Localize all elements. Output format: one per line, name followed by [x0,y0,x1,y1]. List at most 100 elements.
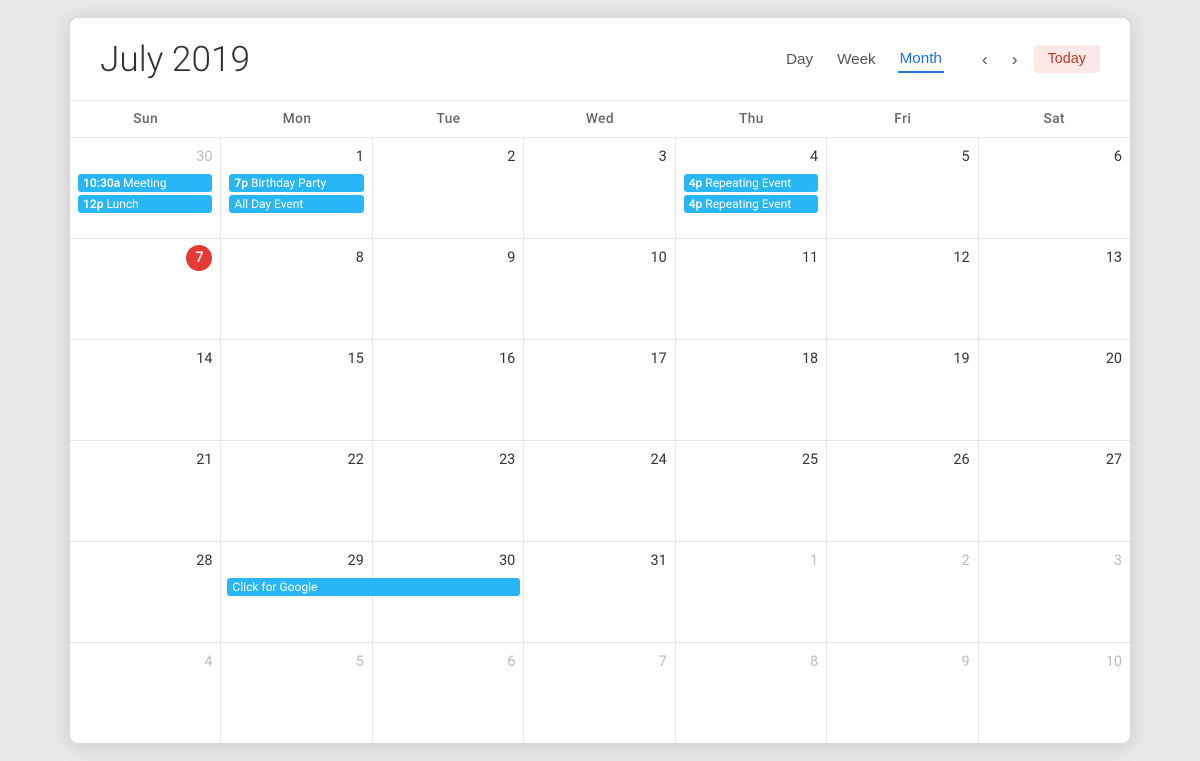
day-headers: SunMonTueWedThuFriSat [70,101,1130,138]
day-number: 5 [835,144,969,170]
day-header-mon: Mon [221,101,372,137]
day-cell[interactable]: 1 [676,542,827,642]
day-cell[interactable]: 25 [676,441,827,541]
day-cell[interactable]: 19 [827,340,978,440]
calendar-container: July 2019 Day Week Month ‹ › Today SunMo… [70,18,1130,743]
calendar-event[interactable]: 7p Birthday Party [229,174,363,192]
day-number: 27 [987,447,1122,473]
day-cell[interactable]: 7 [70,239,221,339]
day-cell[interactable]: 24 [524,441,675,541]
day-cell[interactable]: 13 [979,239,1130,339]
day-header-tue: Tue [373,101,524,137]
day-number: 22 [229,447,363,473]
view-controls: Day Week Month [784,46,944,73]
calendar-event[interactable]: 4p Repeating Event [684,174,818,192]
day-number: 5 [229,649,363,675]
day-number: 4 [78,649,212,675]
calendar-event[interactable]: 12p Lunch [78,195,212,213]
day-cell[interactable]: 28 [70,542,221,642]
day-cell[interactable]: 3 [979,542,1130,642]
day-number: 17 [532,346,666,372]
day-cell[interactable]: 26 [827,441,978,541]
day-cell[interactable]: 2 [373,138,524,238]
day-cell[interactable]: 30 10:30a Meeting 12p Lunch [70,138,221,238]
day-cell[interactable]: 20 [979,340,1130,440]
day-number: 30 [381,548,515,574]
weeks: 30 10:30a Meeting 12p Lunch 1 7p Birthday Pa… [70,138,1130,743]
day-number: 8 [229,245,363,271]
week-row: 28 29Click for Google 30 31 123 [70,542,1130,643]
calendar-event[interactable]: 10:30a Meeting [78,174,212,192]
view-month-button[interactable]: Month [898,46,944,73]
day-number: 31 [532,548,666,574]
day-cell[interactable]: 17 [524,340,675,440]
day-number: 21 [78,447,212,473]
day-number: 6 [381,649,515,675]
day-cell[interactable]: 10 [979,643,1130,743]
day-header-wed: Wed [524,101,675,137]
day-cell[interactable]: 14 [70,340,221,440]
day-cell[interactable]: 5 [827,138,978,238]
day-cell[interactable]: 29Click for Google [221,542,372,642]
day-cell[interactable]: 3 [524,138,675,238]
day-cell[interactable]: 17p Birthday PartyAll Day Event [221,138,372,238]
day-cell[interactable]: 22 [221,441,372,541]
day-number: 10 [532,245,666,271]
day-cell[interactable]: 8 [676,643,827,743]
day-number: 24 [532,447,666,473]
day-cell[interactable]: 2 [827,542,978,642]
view-week-button[interactable]: Week [835,47,878,72]
prev-button[interactable]: ‹ [974,45,996,74]
day-cell[interactable]: 5 [221,643,372,743]
day-number: 23 [381,447,515,473]
day-cell[interactable]: 44p Repeating Event4p Repeating Event [676,138,827,238]
day-cell[interactable]: 21 [70,441,221,541]
day-cell[interactable]: 6 [373,643,524,743]
day-number: 30 [78,144,212,170]
day-number: 13 [987,245,1122,271]
day-number: 12 [835,245,969,271]
day-number: 3 [987,548,1122,574]
day-number: 15 [229,346,363,372]
day-number: 9 [381,245,515,271]
day-header-fri: Fri [827,101,978,137]
day-number: 1 [684,548,818,574]
day-cell[interactable]: 12 [827,239,978,339]
day-number: 16 [381,346,515,372]
day-cell[interactable]: 16 [373,340,524,440]
day-number: 14 [78,346,212,372]
day-number: 2 [381,144,515,170]
day-cell[interactable]: 27 [979,441,1130,541]
view-day-button[interactable]: Day [784,47,815,72]
today-number: 7 [186,245,212,271]
day-header-sat: Sat [979,101,1130,137]
today-button[interactable]: Today [1034,45,1100,73]
day-header-sun: Sun [70,101,221,137]
calendar-event[interactable]: All Day Event [229,195,363,213]
day-cell[interactable]: 9 [827,643,978,743]
day-cell[interactable]: 23 [373,441,524,541]
week-row: 456789 10 [70,643,1130,743]
next-button[interactable]: › [1004,45,1026,74]
day-cell[interactable]: 6 [979,138,1130,238]
day-cell[interactable]: 11 [676,239,827,339]
day-number: 8 [684,649,818,675]
day-header-thu: Thu [676,101,827,137]
day-cell[interactable]: 7 [524,643,675,743]
calendar-grid: SunMonTueWedThuFriSat 3010:30a Meeting12… [70,101,1130,743]
day-cell[interactable]: 8 [221,239,372,339]
day-cell[interactable]: 18 [676,340,827,440]
day-cell[interactable]: 31 [524,542,675,642]
calendar-event[interactable]: Click for Google [227,578,520,596]
day-number: 2 [835,548,969,574]
calendar-event[interactable]: 4p Repeating Event [684,195,818,213]
day-number: 11 [684,245,818,271]
day-cell[interactable]: 10 [524,239,675,339]
day-cell[interactable]: 4 [70,643,221,743]
week-row: 21 22 23 24 2526 27 [70,441,1130,542]
day-number: 18 [684,346,818,372]
day-number: 9 [835,649,969,675]
day-cell[interactable]: 9 [373,239,524,339]
day-number: 28 [78,548,212,574]
day-cell[interactable]: 15 [221,340,372,440]
